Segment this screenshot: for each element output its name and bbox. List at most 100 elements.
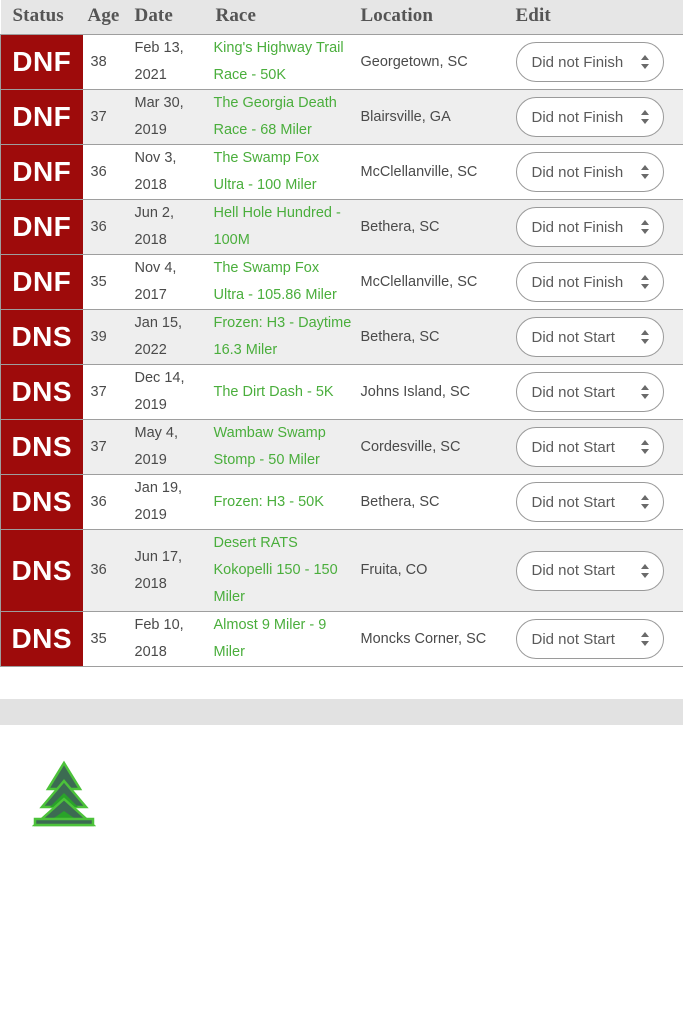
age-cell: 36 [82,474,129,530]
status-badge: DNS [0,309,83,365]
age-cell: 37 [82,364,129,420]
edit-cell: Did not Finish [510,199,683,255]
chevron-updown-icon [640,631,650,647]
edit-cell: Did not Finish [510,254,683,310]
status-badge: DNS [0,529,83,612]
status-badge: DNF [0,89,83,145]
status-select-value: Did not Finish [531,218,624,236]
column-header-status: Status [0,0,83,35]
date-line-1: Nov 3, [134,150,177,166]
race-link[interactable]: Frozen: H3 - Daytime 16.3 Miler [214,315,352,358]
age-cell: 39 [82,309,129,365]
edit-cell: Did not Start [510,364,683,420]
race-cell: Desert RATS Kokopelli 150 - 150 Miler [210,529,356,612]
status-select-value: Did not Finish [531,163,624,181]
race-cell: Hell Hole Hundred - 100M [210,199,356,255]
date-line-2: 2019 [134,507,167,523]
chevron-updown-icon [640,54,650,70]
age-cell: 36 [82,529,129,612]
age-cell: 37 [82,89,129,145]
status-badge: DNS [0,419,83,475]
edit-cell: Did not Finish [510,34,683,90]
date-cell: May 4, 2019 [128,419,211,475]
race-link[interactable]: The Swamp Fox Ultra - 105.86 Miler [214,260,337,303]
race-link[interactable]: Hell Hole Hundred - 100M [214,205,341,248]
date-line-2: 2018 [134,232,167,248]
date-line-1: Jun 17, [134,548,183,565]
date-line-2: 2022 [134,342,167,358]
status-select[interactable]: Did not Finish [515,42,664,82]
date-line-2: 2019 [134,397,167,413]
date-cell: Nov 3, 2018 [128,144,211,200]
race-cell: The Dirt Dash - 5K [210,364,356,420]
date-cell: Jan 15, 2022 [128,309,211,365]
status-select[interactable]: Did not Start [515,427,664,467]
status-select[interactable]: Did not Start [515,550,664,591]
status-select[interactable]: Did not Finish [515,152,664,192]
date-cell: Jun 17, 2018 [128,529,211,612]
table-row: DNS 39 Jan 15, 2022 Frozen: H3 - Daytime 16.… [0,309,683,365]
table-header-row: Status Age Date Race Location Edit [0,0,683,35]
race-cell: King's Highway Trail Race - 50K [210,34,356,90]
edit-cell: Did not Start [510,529,683,612]
status-badge: DNS [0,611,83,667]
status-badge: DNS [0,474,83,530]
table-row: DNS 36 Jan 19, 2019 Frozen: H3 - 50K Bethera,… [0,474,683,530]
table-row: DNF 37 Mar 30, 2019 The Georgia Death Race -… [0,89,683,145]
column-header-age: Age [82,0,129,35]
column-header-race: Race [210,0,356,35]
date-line-2: 2019 [134,122,167,138]
race-link[interactable]: Wambaw Swamp Stomp - 50 Miler [214,425,326,468]
chevron-updown-icon [640,494,650,510]
status-select-value: Did not Start [531,630,615,648]
edit-cell: Did not Start [510,419,683,475]
date-cell: Feb 13, 2021 [128,34,211,90]
status-select[interactable]: Did not Start [515,317,664,357]
age-cell: 35 [82,611,129,667]
status-select[interactable]: Did not Start [515,619,664,659]
table-row: DNF 36 Jun 2, 2018 Hell Hole Hundred - 100M B… [0,199,683,255]
date-line-1: Nov 4, [134,260,177,276]
race-link[interactable]: Almost 9 Miler - 9 Miler [214,617,327,660]
status-select-value: Did not Start [531,562,615,579]
page-root: Status Age Date Race Location Edit DNF 38… [0,0,683,1024]
date-line-1: May 4, [134,425,179,441]
race-link[interactable]: King's Highway Trail Race - 50K [214,40,344,83]
location-cell: Fruita, CO [355,529,511,612]
date-cell: Feb 10, 2018 [128,611,211,667]
chevron-updown-icon [640,274,650,290]
date-line-2: 2021 [134,67,167,83]
edit-cell: Did not Finish [510,144,683,200]
table-row: DNS 37 Dec 14, 2019 The Dirt Dash - 5K Johns … [0,364,683,420]
status-badge: DNF [0,199,83,255]
date-line-1: Feb 13, [134,40,184,56]
race-link[interactable]: Desert RATS Kokopelli 150 - 150 Miler [214,535,338,605]
status-select[interactable]: Did not Finish [515,262,664,302]
date-cell: Jan 19, 2019 [128,474,211,530]
status-select[interactable]: Did not Finish [515,207,664,247]
race-link[interactable]: The Swamp Fox Ultra - 100 Miler [214,150,320,193]
date-line-2: 2017 [134,287,167,303]
status-select[interactable]: Did not Start [515,482,664,522]
race-link[interactable]: The Dirt Dash - 5K [214,384,334,400]
table-body: DNF 38 Feb 13, 2021 King's Highway Trail Rac… [0,34,683,667]
race-link[interactable]: The Georgia Death Race - 68 Miler [214,95,337,138]
race-link[interactable]: Frozen: H3 - 50K [214,494,324,510]
race-cell: Almost 9 Miler - 9 Miler [210,611,356,667]
date-cell: Nov 4, 2017 [128,254,211,310]
race-cell: Frozen: H3 - Daytime 16.3 Miler [210,309,356,365]
date-line-2: 2019 [134,452,167,468]
race-cell: Frozen: H3 - 50K [210,474,356,530]
location-cell: Moncks Corner, SC [355,611,511,667]
status-select-value: Did not Start [531,383,615,401]
edit-cell: Did not Start [510,611,683,667]
age-cell: 38 [82,34,129,90]
table-row: DNS 35 Feb 10, 2018 Almost 9 Miler - 9 Miler… [0,611,683,667]
date-line-2: 2018 [134,644,167,660]
chevron-updown-icon [640,563,650,579]
status-select[interactable]: Did not Finish [515,97,664,137]
status-select-value: Did not Finish [531,53,624,71]
pine-tree-logo[interactable] [32,759,96,833]
status-select[interactable]: Did not Start [515,372,664,412]
race-cell: The Swamp Fox Ultra - 105.86 Miler [210,254,356,310]
